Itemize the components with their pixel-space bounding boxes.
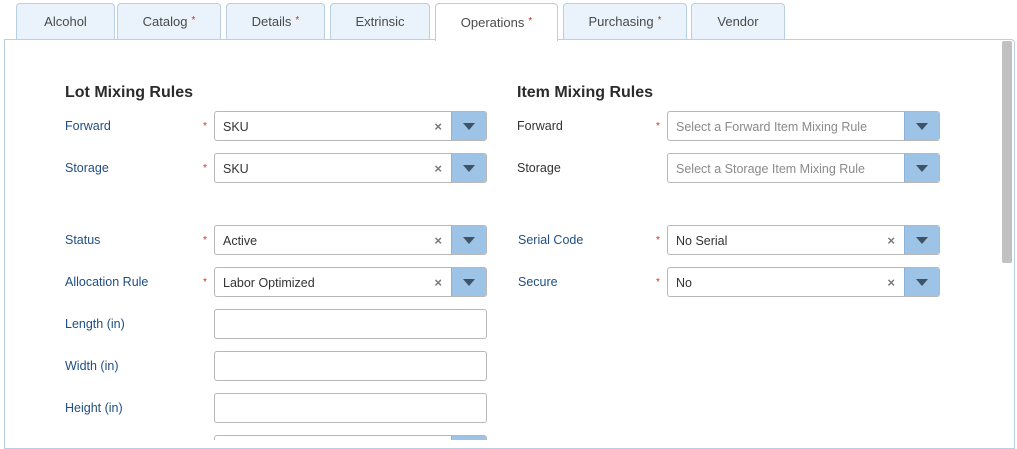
tab-purchasing[interactable]: Purchasing * [563,3,687,39]
tab-label: Alcohol [44,14,87,29]
status-label: Status [65,233,101,247]
allocation-rule-label: Allocation Rule [65,275,149,289]
tab-bar: Alcohol Catalog * Details * Extrinsic Oper… [0,0,1017,41]
tab-alcohol[interactable]: Alcohol [16,3,115,39]
lot-forward-value: SKU [223,120,249,134]
serial-code-select[interactable]: No Serial × [667,225,940,255]
tab-label: Details [251,14,292,29]
item-mixing-rules-title: Item Mixing Rules [517,84,654,101]
tab-label: Extrinsic [355,14,405,29]
required-marker: * [203,163,207,174]
scrollbar[interactable] [1002,41,1012,263]
lot-mixing-rules-title: Lot Mixing Rules [65,84,193,101]
width-input[interactable] [214,351,487,381]
chevron-down-icon[interactable] [904,154,939,182]
secure-select[interactable]: No × [667,267,940,297]
item-forward-select[interactable]: Select a Forward Item Mixing Rule [667,111,940,141]
required-marker: * [191,15,196,26]
required-marker: * [528,16,533,27]
clear-icon[interactable]: × [887,233,895,248]
lot-forward-label: Forward [65,119,111,133]
chevron-down-icon[interactable] [451,268,486,296]
clear-icon[interactable]: × [887,275,895,290]
allocation-rule-select[interactable]: Labor Optimized × [214,267,487,297]
tab-details[interactable]: Details * [226,3,325,39]
height-input[interactable] [214,393,487,423]
item-storage-placeholder: Select a Storage Item Mixing Rule [676,162,865,176]
item-storage-select[interactable]: Select a Storage Item Mixing Rule [667,153,940,183]
lot-storage-select[interactable]: SKU × [214,153,487,183]
secure-label: Secure [518,275,558,289]
length-label: Length (in) [65,317,125,331]
width-label: Width (in) [65,359,119,373]
required-marker: * [656,235,660,246]
tab-operations[interactable]: Operations * [435,3,558,41]
required-marker: * [295,15,300,26]
allocation-rule-value: Labor Optimized [223,276,315,290]
item-storage-label: Storage [517,161,561,175]
clear-icon[interactable]: × [434,161,442,176]
next-field-select[interactable] [214,435,487,440]
serial-code-value: No Serial [676,234,728,248]
tab-label: Vendor [717,14,759,29]
status-select[interactable]: Active × [214,225,487,255]
chevron-down-icon[interactable] [904,226,939,254]
height-label: Height (in) [65,401,123,415]
required-marker: * [657,15,662,26]
required-marker: * [203,235,207,246]
chevron-down-icon[interactable] [451,112,486,140]
required-marker: * [203,121,207,132]
chevron-down-icon[interactable] [904,268,939,296]
status-value: Active [223,234,258,248]
clear-icon[interactable]: × [434,233,442,248]
chevron-down-icon[interactable] [451,226,486,254]
clear-icon[interactable]: × [434,275,442,290]
clear-icon[interactable]: × [434,119,442,134]
required-marker: * [203,277,207,288]
lot-storage-value: SKU [223,162,249,176]
item-forward-label: Forward [517,119,563,133]
lot-storage-label: Storage [65,161,109,175]
tab-extrinsic[interactable]: Extrinsic [330,3,430,39]
item-forward-placeholder: Select a Forward Item Mixing Rule [676,120,868,134]
tab-label: Catalog [142,14,188,29]
serial-code-label: Serial Code [518,233,584,247]
tab-vendor[interactable]: Vendor [691,3,785,39]
tab-label: Purchasing [588,14,654,29]
required-marker: * [656,121,660,132]
length-input[interactable] [214,309,487,339]
tab-catalog[interactable]: Catalog * [117,3,221,39]
chevron-down-icon[interactable] [451,154,486,182]
secure-value: No [676,276,692,290]
tab-label: Operations [460,15,525,30]
required-marker: * [656,277,660,288]
lot-forward-select[interactable]: SKU × [214,111,487,141]
chevron-down-icon[interactable] [451,436,486,440]
chevron-down-icon[interactable] [904,112,939,140]
